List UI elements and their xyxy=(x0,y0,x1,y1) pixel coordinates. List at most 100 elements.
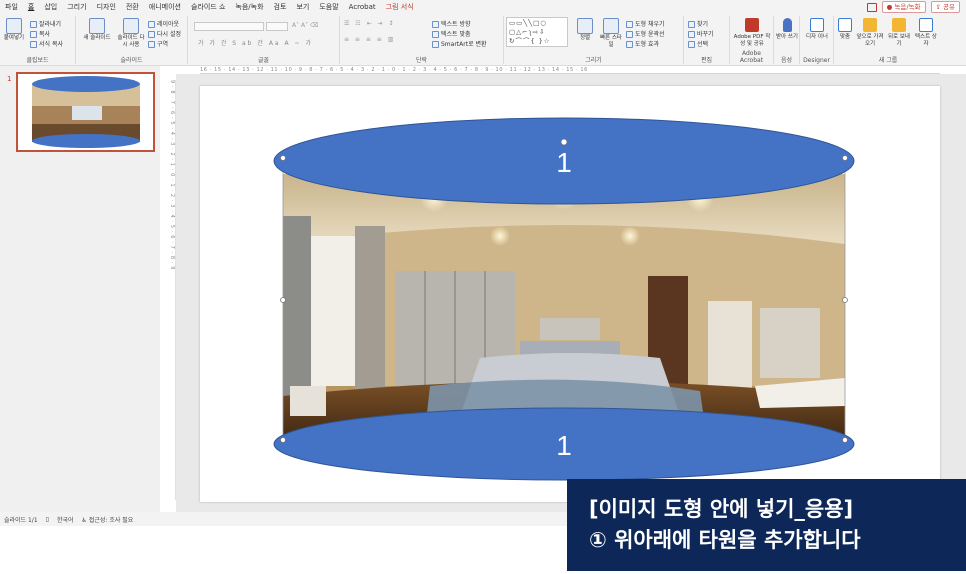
clipboard-group: 붙여넣기 잘라내기 복사 서식 복사 클립보드 xyxy=(0,16,76,64)
shape-effects-button[interactable]: 도형 효과 xyxy=(626,39,659,48)
tab-file[interactable]: 파일 xyxy=(0,0,23,14)
font-format-buttons[interactable]: 가 가 간 S ab 간 Aa A ~ 가 xyxy=(198,38,313,47)
copy-icon xyxy=(30,31,37,38)
reset-label: 다시 설정 xyxy=(157,31,181,38)
handle-bottom-left[interactable] xyxy=(280,437,286,443)
shape-fill-button[interactable]: 도형 채우기 xyxy=(626,19,665,28)
align-text-button[interactable]: 텍스트 맞춤 xyxy=(432,29,471,38)
notes-icon[interactable]: ▯ xyxy=(46,516,49,523)
comment-icon[interactable] xyxy=(866,2,877,12)
drawing-group-label: 그리기 xyxy=(585,57,602,64)
vertical-ruler: 9 · 8 · 7 · 6 · 5 · 4 · 3 · 2 · 1 · 0 · … xyxy=(168,80,176,500)
replace-label: 바꾸기 xyxy=(697,31,714,38)
copy-button[interactable]: 복사 xyxy=(30,29,50,38)
find-button[interactable]: 찾기 xyxy=(688,19,708,28)
tab-help[interactable]: 도움말 xyxy=(314,0,343,14)
section-label: 구역 xyxy=(157,41,169,48)
clipboard-group-label: 클립보드 xyxy=(26,57,49,64)
handle-top-right[interactable] xyxy=(842,155,848,161)
slide-thumbnail-pane: 1 xyxy=(0,66,160,512)
paste-button[interactable]: 붙여넣기 xyxy=(3,18,25,42)
quick-styles-button[interactable]: 빠른 스타일 xyxy=(598,18,624,49)
send-backward-label: 뒤로 보내기 xyxy=(888,34,910,47)
arrange-button[interactable]: 정렬 xyxy=(574,18,596,42)
format-painter-label: 서식 복사 xyxy=(39,41,63,48)
section-button[interactable]: 구역 xyxy=(148,39,168,48)
voice-group-label: 음성 xyxy=(780,57,793,64)
font-size-arrows[interactable]: A˄ A˅ ⌫ xyxy=(292,22,319,29)
bring-forward-label: 앞으로 가져오기 xyxy=(856,34,884,47)
shape-outline-label: 도형 윤곽선 xyxy=(635,31,665,38)
tab-record[interactable]: 녹음/녹화 xyxy=(230,0,268,14)
align-label: 맞춤 xyxy=(839,34,851,40)
tab-transitions[interactable]: 전환 xyxy=(121,0,144,14)
smartart-button[interactable]: SmartArt로 변환 xyxy=(432,39,487,48)
shape-effects-label: 도형 효과 xyxy=(635,41,659,48)
tab-picture-format[interactable]: 그림 서식 xyxy=(381,0,419,14)
microphone-icon xyxy=(782,18,792,32)
reuse-slides-button[interactable]: 슬라이드 다시 사용 xyxy=(116,18,146,49)
tab-view[interactable]: 보기 xyxy=(291,0,314,14)
accessibility-status[interactable]: ♿ 접근성: 조사 필요 xyxy=(82,515,134,524)
handle-bottom-right[interactable] xyxy=(842,437,848,443)
tab-home[interactable]: 홈 xyxy=(23,0,39,14)
reuse-slides-icon xyxy=(123,18,139,34)
format-painter-button[interactable]: 서식 복사 xyxy=(30,39,63,48)
layout-icon xyxy=(148,21,155,28)
handle-middle-left[interactable] xyxy=(280,297,286,303)
smartart-label: SmartArt로 변환 xyxy=(441,41,487,48)
brush-icon xyxy=(30,41,37,48)
adobe-create-share-button[interactable]: Adobe PDF 작성 및 공유 xyxy=(732,18,772,48)
font-size-box[interactable] xyxy=(266,22,288,31)
font-group: A˄ A˅ ⌫ 가 가 간 S ab 간 Aa A ~ 가 글꼴 xyxy=(188,16,340,64)
handle-top-left[interactable] xyxy=(280,155,286,161)
new-slide-button[interactable]: 새 슬라이드 xyxy=(80,18,114,42)
adobe-create-share-label: Adobe PDF 작성 및 공유 xyxy=(733,34,771,47)
bring-forward-button[interactable]: 앞으로 가져오기 xyxy=(856,18,884,48)
layout-button[interactable]: 레이아웃 xyxy=(148,19,179,28)
cut-button[interactable]: 잘라내기 xyxy=(30,19,61,28)
shapes-gallery[interactable]: ▭▭╲╲□○ ▢△⌐ʅ⇨⇩ ↻⌒⌒{ }☆ xyxy=(506,17,568,47)
slide-content: 1 1 xyxy=(273,117,855,481)
slide-thumbnail[interactable] xyxy=(16,72,155,152)
paragraph-group: ☰ ☷ ⇤ ⇥ ↕ ≡ ≡ ≡ ≡ ▥ 텍스트 방향 텍스트 맞춤 SmartA… xyxy=(340,16,504,64)
language-status[interactable]: 한국어 xyxy=(57,515,74,524)
text-direction-label: 텍스트 방향 xyxy=(441,21,471,28)
tab-slide-show[interactable]: 슬라이드 쇼 xyxy=(186,0,230,14)
slides-group: 새 슬라이드 슬라이드 다시 사용 레이아웃 다시 설정 구역 슬라이드 xyxy=(76,16,188,64)
find-label: 찾기 xyxy=(697,21,709,28)
text-box-icon xyxy=(919,18,933,32)
tab-draw[interactable]: 그리기 xyxy=(62,0,91,14)
tab-insert[interactable]: 삽입 xyxy=(39,0,62,14)
slide-number: 1 xyxy=(7,75,12,83)
cursor-icon xyxy=(688,41,695,48)
tab-design[interactable]: 디자인 xyxy=(92,0,121,14)
send-backward-button[interactable]: 뒤로 보내기 xyxy=(886,18,912,48)
designer-group-label: Designer xyxy=(803,57,830,64)
slide[interactable]: 1 1 xyxy=(200,86,940,502)
align-text-icon xyxy=(432,31,439,38)
shape-outline-button[interactable]: 도형 윤곽선 xyxy=(626,29,665,38)
text-box-button[interactable]: 텍스트 상자 xyxy=(914,18,938,48)
list-buttons[interactable]: ☰ ☷ ⇤ ⇥ ↕ xyxy=(344,20,395,27)
select-button[interactable]: 선택 xyxy=(688,39,708,48)
bedroom-panorama-image[interactable] xyxy=(283,174,845,442)
designer-button[interactable]: 디자 이너 xyxy=(804,18,830,41)
paragraph-group-label: 단락 xyxy=(415,57,428,64)
tab-acrobat[interactable]: Acrobat xyxy=(344,0,381,14)
handle-middle-right[interactable] xyxy=(842,297,848,303)
replace-button[interactable]: 바꾸기 xyxy=(688,29,714,38)
align-buttons[interactable]: ≡ ≡ ≡ ≡ ▥ xyxy=(344,36,395,43)
tab-review[interactable]: 검토 xyxy=(269,0,292,14)
tab-animations[interactable]: 애니메이션 xyxy=(144,0,186,14)
share-button[interactable]: ⇪ 공유 xyxy=(930,1,960,13)
dictate-button[interactable]: 받아 쓰기 xyxy=(776,18,798,41)
record-button[interactable]: ● 녹음/녹화 xyxy=(881,1,926,13)
rotation-handle[interactable] xyxy=(560,138,568,146)
align-button[interactable]: 맞춤 xyxy=(836,18,854,41)
reset-button[interactable]: 다시 설정 xyxy=(148,29,181,38)
font-family-box[interactable] xyxy=(194,22,264,31)
thumbnail-preview xyxy=(32,76,140,148)
record-button-label: 녹음/녹화 xyxy=(894,3,921,11)
text-direction-button[interactable]: 텍스트 방향 xyxy=(432,19,471,28)
